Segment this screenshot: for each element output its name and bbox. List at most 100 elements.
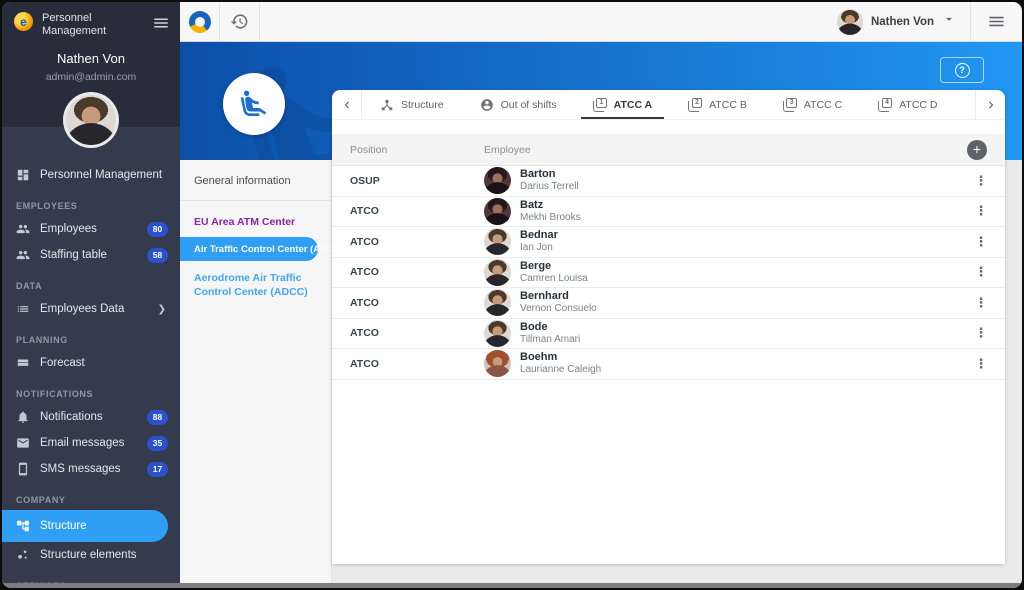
mail-icon [17,438,29,448]
person-circle-icon [480,98,493,111]
org-tree-icon [17,520,29,532]
unit-avatar [223,73,285,135]
home-logo-button[interactable] [180,2,220,41]
sidebar-nav: Personnel Management EMPLOYEES Employees… [2,162,180,588]
employee-surname: Berge [520,259,552,272]
app-menu-button[interactable] [970,2,1022,41]
filter-4-icon: 4 [878,97,893,112]
sidebar-item-staffing-table[interactable]: Staffing table 58 [2,242,180,268]
tabs-scroll-left-button[interactable] [332,90,362,119]
row-menu-button[interactable]: ⋮ [957,294,1005,312]
section-label-notifications: NOTIFICATIONS [16,389,94,399]
employee-avatar [484,319,511,347]
tab-bar: Structure Out of shifts 1 ATCC A 2 ATCC … [332,90,1005,120]
brand-logo-icon [188,10,211,33]
employee-firstname: Vernon Consuelo [520,303,597,315]
employee-surname: Batz [520,198,544,211]
sidebar-item-label: Structure [40,520,87,532]
row-menu-button[interactable]: ⋮ [957,263,1005,281]
employee-names: Barton Darius Terrell [520,168,579,193]
employee-avatar [484,350,511,378]
more-vert-icon: ⋮ [974,355,988,371]
main-area: Nathen Von ATCC A [180,2,1022,588]
employee-cell: Barton Darius Terrell [484,167,957,195]
table-row[interactable]: ATCO Batz Mekhi Brooks ⋮ [332,197,1005,227]
employee-surname: Bernhard [520,290,569,303]
tab-atcc-a[interactable]: 1 ATCC A [575,90,671,119]
sidebar-item-sms-messages[interactable]: SMS messages 17 [2,456,180,482]
sidebar-item-structure[interactable]: Structure [2,510,168,542]
sidebar-item-employees-data[interactable]: Employees Data ❯ [2,296,180,322]
tab-out-of-shifts[interactable]: Out of shifts [462,90,575,119]
position-cell: OSUP [350,174,380,187]
section-label-company: COMPANY [16,495,66,505]
sidebar-item-employees[interactable]: Employees 80 [2,216,180,242]
sidebar-item-personnel-management[interactable]: Personnel Management [2,162,180,188]
tab-atcc-b[interactable]: 2 ATCC B [670,90,765,119]
row-menu-button[interactable]: ⋮ [957,355,1005,373]
sidebar-item-email-messages[interactable]: Email messages 35 [2,430,180,456]
table-row[interactable]: ATCO Boehm Laurianne Caleigh ⋮ [332,349,1005,380]
tree-item-adcc[interactable]: Aerodrome Air Traffic Control Center (AD… [180,261,331,299]
help-button[interactable]: ? [940,57,984,83]
sidebar-item-forecast[interactable]: Forecast [2,350,180,376]
sidebar-user-block: Nathen Von admin@admin.com [2,51,180,150]
sidebar-item-label: Personnel Management [40,169,163,181]
menu-icon [989,16,1004,27]
employee-names: Bednar Ian Jon [520,229,558,254]
table-row[interactable]: ATCO Bode Tillman Amari ⋮ [332,319,1005,349]
notifications-count-badge: 88 [147,409,168,425]
position-cell: ATCO [350,357,379,370]
user-menu-button[interactable]: Nathen Von [823,2,970,41]
employee-surname: Boehm [520,351,558,364]
tree-item-eu-area-atm-center[interactable]: EU Area ATM Center [180,201,331,228]
employee-firstname: Mekhi Brooks [520,211,581,223]
dashboard-icon [17,169,29,181]
row-menu-button[interactable]: ⋮ [957,172,1005,190]
employee-names: Bernhard Vernon Consuelo [520,290,597,315]
tab-structure[interactable]: Structure [362,90,462,119]
sidebar-item-structure-elements[interactable]: Structure elements [2,542,180,568]
row-menu-button[interactable]: ⋮ [957,202,1005,220]
more-vert-icon: ⋮ [974,294,988,310]
general-info-title: General information [194,175,291,187]
hierarchy-icon [381,99,393,110]
row-menu-button[interactable]: ⋮ [957,233,1005,251]
seat-icon [240,90,267,116]
tab-label: ATCC B [709,98,747,111]
table-row[interactable]: ATCO Bernhard Vernon Consuelo ⋮ [332,288,1005,319]
employee-surname: Barton [520,168,556,181]
employee-avatar [484,228,511,256]
more-vert-icon: ⋮ [974,203,988,219]
tab-label: Structure [401,98,444,111]
topbar-user-name: Nathen Von [870,15,934,28]
employees-count-badge: 80 [147,221,168,237]
tab-atcc-c[interactable]: 3 ATCC C [765,90,860,119]
section-label-data: DATA [16,281,43,291]
help-icon: ? [954,62,970,78]
sidebar-item-notifications[interactable]: Notifications 88 [2,404,180,430]
bell-icon [18,411,28,423]
tab-label: ATCC A [613,98,653,111]
stream-icon [17,359,29,366]
sidebar-header: Personnel Management [2,2,180,38]
tabs-scroll-right-button[interactable] [975,90,1005,119]
list-icon [17,306,29,312]
staffing-count-badge: 58 [147,247,168,263]
sidebar-collapse-button[interactable] [152,14,170,37]
history-button[interactable] [220,2,260,41]
employee-avatar [484,197,511,225]
content-card: Structure Out of shifts 1 ATCC A 2 ATCC … [332,90,1005,564]
tab-atcc-d[interactable]: 4 ATCC D [860,90,955,119]
user-avatar[interactable] [66,95,116,145]
add-row-button[interactable]: + [967,139,987,160]
employee-firstname: Camren Louisa [520,272,588,284]
tree-item-atcc-active[interactable]: Air Traffic Control Center (ATCC) [180,237,342,261]
table-row[interactable]: ATCO Berge Camren Louisa ⋮ [332,258,1005,288]
employee-firstname: Ian Jon [520,242,553,254]
table-row[interactable]: ATCO Bednar Ian Jon ⋮ [332,227,1005,258]
table-row[interactable]: OSUP Barton Darius Terrell ⋮ [332,166,1005,197]
sidebar-item-label: Employees Data [40,303,125,315]
sidebar-item-label: Structure elements [40,549,137,561]
row-menu-button[interactable]: ⋮ [957,324,1005,342]
